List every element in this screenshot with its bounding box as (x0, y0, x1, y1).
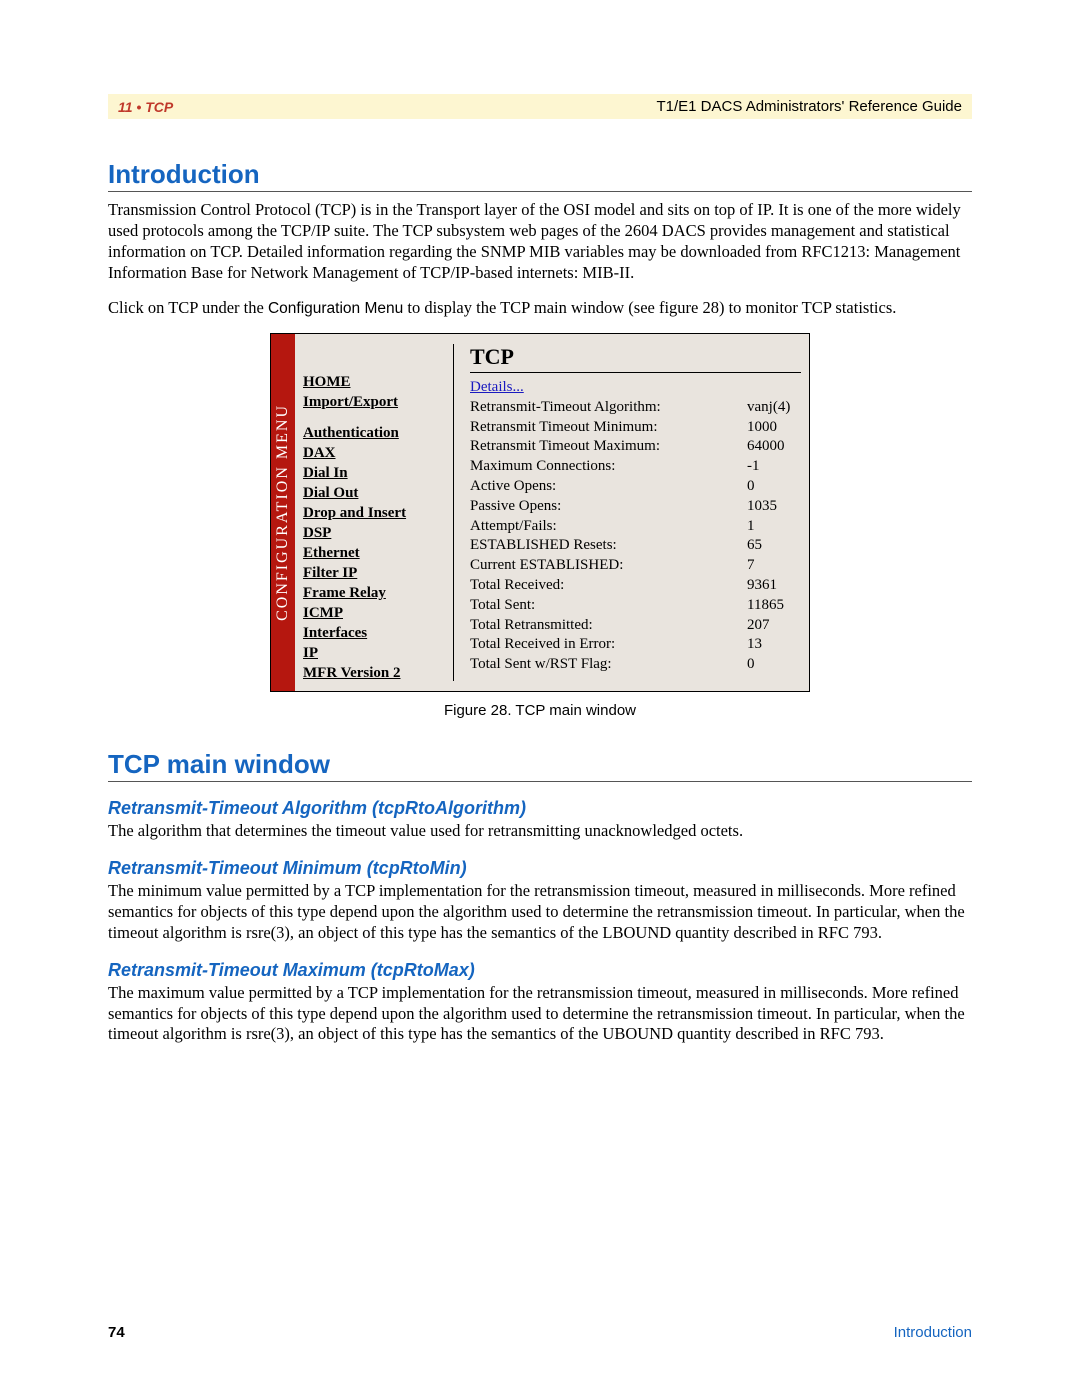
figure-caption: Figure 28. TCP main window (444, 702, 636, 719)
intro-paragraph-2: Click on TCP under the Configuration Men… (108, 298, 972, 319)
menu-item[interactable]: Authentication (303, 425, 399, 441)
tcp-stat-row: Maximum Connections: -1 (470, 457, 801, 477)
tcp-stat-value: 65 (747, 536, 801, 556)
menu-item[interactable]: IP (303, 645, 318, 661)
tcp-stat-label: Total Received: (470, 576, 564, 596)
subsection-heading: Retransmit-Timeout Minimum (tcpRtoMin) (108, 858, 972, 879)
tcp-panel: TCP Details... Retransmit-Timeout Algori… (454, 334, 809, 691)
tcp-stat-row: Total Sent w/RST Flag: 0 (470, 655, 801, 675)
tcp-stat-row: ESTABLISHED Resets: 65 (470, 536, 801, 556)
subsection-body: The minimum value permitted by a TCP imp… (108, 881, 972, 944)
heading-introduction: Introduction (108, 159, 972, 190)
configuration-menu-bar: CONFIGURATION MENU (271, 334, 295, 691)
configuration-menu-label: CONFIGURATION MENU (274, 404, 292, 621)
tcp-stat-label: Attempt/Fails: (470, 517, 557, 537)
menu-item[interactable]: Filter IP (303, 565, 357, 581)
tcp-stat-value: 64000 (747, 437, 801, 457)
tcp-panel-rule (470, 372, 801, 373)
footer-link[interactable]: Introduction (894, 1324, 972, 1341)
tcp-stat-row: Passive Opens: 1035 (470, 497, 801, 517)
menu-item[interactable]: Dial In (303, 465, 348, 481)
menu-item[interactable]: HOME (303, 374, 351, 390)
tcp-stat-row: Total Sent: 11865 (470, 596, 801, 616)
heading-rule (108, 191, 972, 192)
tcp-stat-label: Retransmit-Timeout Algorithm: (470, 398, 661, 418)
tcp-stat-row: Current ESTABLISHED: 7 (470, 556, 801, 576)
subsection-heading: Retransmit-Timeout Maximum (tcpRtoMax) (108, 960, 972, 981)
menu-item[interactable]: Drop and Insert (303, 505, 406, 521)
tcp-screenshot: CONFIGURATION MENU HOME Import/Export Auth… (270, 333, 810, 692)
tcp-stat-value: 13 (747, 635, 801, 655)
menu-item[interactable]: MFR Version 2 (303, 665, 401, 681)
tcp-stat-value: 1000 (747, 418, 801, 438)
page-footer: 74 Introduction (108, 1324, 972, 1341)
tcp-stat-value: 0 (747, 477, 801, 497)
tcp-stats-list: Retransmit-Timeout Algorithm:vanj(4)Retr… (470, 398, 801, 675)
menu-item[interactable]: Import/Export (303, 394, 398, 410)
intro-p2-a: Click on TCP under the (108, 298, 268, 317)
subsection-body: The maximum value permitted by a TCP imp… (108, 983, 972, 1046)
tcp-stat-label: Total Sent w/RST Flag: (470, 655, 612, 675)
tcp-stat-label: Total Retransmitted: (470, 616, 593, 636)
menu-item[interactable]: DSP (303, 525, 331, 541)
intro-p2-b: to display the TCP main window (see figu… (403, 298, 896, 317)
tcp-stat-row: Retransmit Timeout Minimum: 1000 (470, 418, 801, 438)
tcp-stat-row: Retransmit-Timeout Algorithm: vanj(4) (470, 398, 801, 418)
tcp-stat-label: Maximum Connections: (470, 457, 615, 477)
tcp-stat-label: Passive Opens: (470, 497, 561, 517)
intro-paragraph-1: Transmission Control Protocol (TCP) is i… (108, 200, 972, 284)
tcp-stat-value: 1035 (747, 497, 801, 517)
tcp-stat-value: 0 (747, 655, 801, 675)
tcp-stat-label: ESTABLISHED Resets: (470, 536, 617, 556)
chapter-label: 11 • TCP (118, 99, 173, 115)
tcp-stat-value: -1 (747, 457, 801, 477)
doc-title: T1/E1 DACS Administrators' Reference Gui… (657, 98, 963, 115)
heading-rule-2 (108, 781, 972, 782)
tcp-stat-label: Total Received in Error: (470, 635, 615, 655)
tcp-stat-label: Retransmit Timeout Maximum: (470, 437, 660, 457)
menu-item[interactable]: ICMP (303, 605, 343, 621)
heading-tcp-main-window: TCP main window (108, 749, 972, 780)
menu-item[interactable]: Ethernet (303, 545, 360, 561)
tcp-stat-value: 7 (747, 556, 801, 576)
tcp-stat-label: Current ESTABLISHED: (470, 556, 623, 576)
page-header: 11 • TCP T1/E1 DACS Administrators' Refe… (108, 94, 972, 119)
tcp-stat-label: Active Opens: (470, 477, 556, 497)
tcp-stat-row: Retransmit Timeout Maximum: 64000 (470, 437, 801, 457)
configuration-menu-list: HOME Import/Export Authentication DAX Dial I… (295, 334, 453, 691)
tcp-stat-row: Total Retransmitted: 207 (470, 616, 801, 636)
configuration-menu-text: Configuration Menu (268, 300, 403, 317)
subsection-heading: Retransmit-Timeout Algorithm (tcpRtoAlgo… (108, 798, 972, 819)
details-link[interactable]: Details... (470, 379, 524, 396)
menu-item[interactable]: Frame Relay (303, 585, 386, 601)
menu-item[interactable]: Dial Out (303, 485, 358, 501)
figure-28: CONFIGURATION MENU HOME Import/Export Auth… (108, 333, 972, 719)
tcp-stat-label: Retransmit Timeout Minimum: (470, 418, 658, 438)
tcp-stat-value: 1 (747, 517, 801, 537)
tcp-stat-row: Active Opens: 0 (470, 477, 801, 497)
tcp-stat-value: 9361 (747, 576, 801, 596)
menu-item[interactable]: Interfaces (303, 625, 367, 641)
tcp-stat-row: Total Received in Error: 13 (470, 635, 801, 655)
subsection-body: The algorithm that determines the timeou… (108, 821, 972, 842)
tcp-panel-title: TCP (470, 344, 801, 370)
tcp-stat-row: Total Received: 9361 (470, 576, 801, 596)
tcp-stat-value: 11865 (747, 596, 801, 616)
tcp-stat-value: 207 (747, 616, 801, 636)
tcp-stat-row: Attempt/Fails: 1 (470, 517, 801, 537)
menu-item[interactable]: DAX (303, 445, 336, 461)
page-number: 74 (108, 1324, 125, 1341)
tcp-stat-label: Total Sent: (470, 596, 535, 616)
tcp-stat-value: vanj(4) (747, 398, 801, 418)
